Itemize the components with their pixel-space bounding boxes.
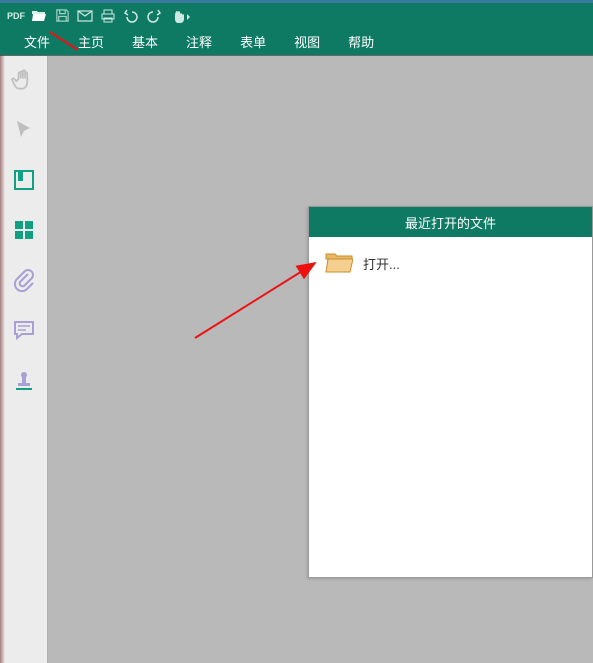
menu-basic[interactable]: 基本	[118, 28, 172, 55]
open-file-item[interactable]: 打开...	[323, 247, 578, 280]
thumbnails-icon[interactable]	[8, 214, 40, 246]
print-icon[interactable]	[98, 6, 118, 26]
folder-icon	[325, 251, 353, 276]
menu-bar: 文件 主页 基本 注释 表单 视图 帮助	[0, 28, 593, 55]
undo-icon[interactable]	[121, 6, 141, 26]
menu-annotate[interactable]: 注释	[172, 28, 226, 55]
arrow-tool-icon[interactable]	[8, 114, 40, 146]
save-icon[interactable]	[52, 6, 72, 26]
left-edge-decoration	[0, 55, 5, 663]
work-area: 最近打开的文件 打开...	[0, 55, 593, 663]
content-area: 最近打开的文件 打开...	[48, 56, 593, 663]
sidebar	[0, 56, 48, 663]
menu-file[interactable]: 文件	[10, 28, 64, 55]
redo-icon[interactable]	[144, 6, 164, 26]
quick-access-toolbar: PDF	[0, 0, 593, 28]
mail-icon[interactable]	[75, 6, 95, 26]
stamp-icon[interactable]	[8, 364, 40, 396]
hand-pointer-icon[interactable]	[167, 6, 195, 26]
attachment-icon[interactable]	[8, 264, 40, 296]
recent-files-title: 最近打开的文件	[309, 207, 592, 237]
menu-form[interactable]: 表单	[226, 28, 280, 55]
open-file-label: 打开...	[363, 254, 400, 273]
recent-files-panel: 最近打开的文件 打开...	[308, 206, 593, 578]
pdf-icon[interactable]: PDF	[6, 6, 26, 26]
menu-view[interactable]: 视图	[280, 28, 334, 55]
open-folder-icon[interactable]	[29, 6, 49, 26]
menu-help[interactable]: 帮助	[334, 28, 388, 55]
hand-tool-icon[interactable]	[8, 64, 40, 96]
bookmarks-icon[interactable]	[8, 164, 40, 196]
recent-files-body: 打开...	[309, 237, 592, 290]
menu-home[interactable]: 主页	[64, 28, 118, 55]
comment-icon[interactable]	[8, 314, 40, 346]
